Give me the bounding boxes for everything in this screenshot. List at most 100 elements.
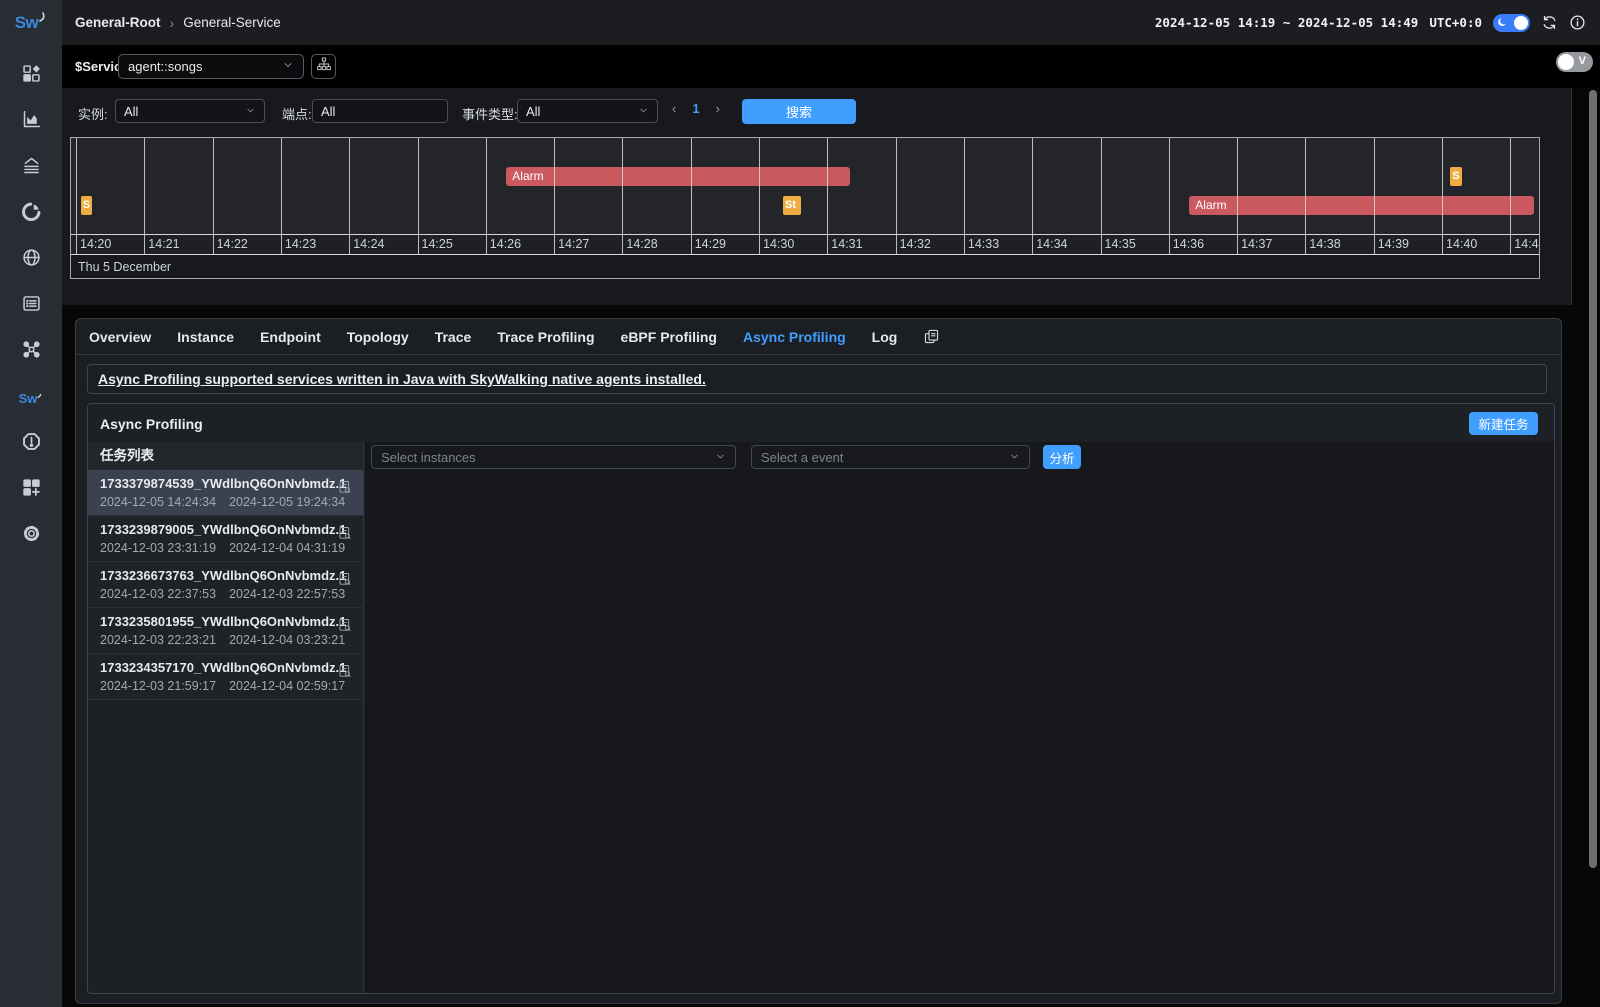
pager-next-icon[interactable]: ›: [716, 101, 720, 116]
chevron-down-icon: [638, 104, 649, 119]
task-list-title: 任务列表: [88, 442, 363, 470]
timeline-tick-label: 14:35: [1105, 237, 1136, 251]
task-end-time: 2024-12-04 02:59:17: [229, 679, 345, 693]
select-event[interactable]: Select a event: [751, 445, 1030, 469]
widgets-plus-icon: [21, 477, 42, 503]
task-detail-icon[interactable]: [337, 571, 353, 593]
sidebar-item-metrics[interactable]: [0, 99, 62, 145]
instance-filter-select[interactable]: All: [115, 99, 265, 123]
timeline-gridline: [281, 138, 282, 255]
task-list-item[interactable]: 1733239879005_YWdlbnQ6OnNvbmdz.1 2024-12…: [88, 516, 363, 562]
timeline-tick-label: 14:41: [1514, 237, 1540, 251]
toggle-knob: [1514, 16, 1528, 30]
async-profiling-header: Async Profiling 新建任务: [88, 404, 1554, 442]
task-list-item[interactable]: 1733379874539_YWdlbnQ6OnNvbmdz.1 2024-12…: [88, 470, 363, 516]
logo-arc-icon: [37, 394, 43, 403]
timeline-tick-label: 14:23: [285, 237, 316, 251]
task-list-item[interactable]: 1733236673763_YWdlbnQ6OnNvbmdz.1 2024-12…: [88, 562, 363, 608]
task-id: 1733379874539_YWdlbnQ6OnNvbmdz.1: [100, 476, 346, 491]
tab-log[interactable]: Log: [872, 329, 898, 345]
sidebar-item-layers[interactable]: [0, 145, 62, 191]
sidebar-item-skywalking[interactable]: Sw: [0, 375, 62, 421]
task-start-time: 2024-12-03 22:23:21: [100, 633, 216, 647]
theme-toggle[interactable]: [1493, 14, 1530, 32]
sidebar-item-marketplace[interactable]: [0, 467, 62, 513]
event-marker[interactable]: S: [1450, 167, 1462, 186]
alarm-bar[interactable]: Alarm: [506, 167, 850, 186]
task-detail-icon[interactable]: [337, 525, 353, 547]
skywalking-logo[interactable]: Sw: [0, 0, 62, 45]
refresh-icon[interactable]: [1541, 14, 1558, 31]
tab-topology[interactable]: Topology: [347, 329, 409, 345]
timeline-gridline: [896, 138, 897, 255]
sidebar-item-settings[interactable]: [0, 513, 62, 559]
service-select[interactable]: agent::songs: [118, 54, 304, 79]
metrics-chart-icon: [21, 109, 42, 135]
sidebar-item-logs[interactable]: [0, 283, 62, 329]
task-id: 1733234357170_YWdlbnQ6OnNvbmdz.1: [100, 660, 346, 675]
async-profiling-doc-link[interactable]: Async Profiling supported services writt…: [98, 371, 706, 387]
timeline-tick-label: 14:30: [763, 237, 794, 251]
event-type-filter-select[interactable]: All: [517, 99, 658, 123]
version-toggle[interactable]: V: [1556, 52, 1593, 72]
tabs-row: Overview Instance Endpoint Topology Trace Tra…: [76, 319, 1561, 355]
analyze-button[interactable]: 分析: [1043, 445, 1081, 469]
tab-trace[interactable]: Trace: [435, 329, 472, 345]
alarm-bar[interactable]: Alarm: [1189, 196, 1534, 215]
task-end-time: 2024-12-04 03:23:21: [229, 633, 345, 647]
page-scrollbar[interactable]: [1589, 90, 1597, 868]
sidebar-item-dashboards[interactable]: [0, 53, 62, 99]
endpoint-filter-input[interactable]: [312, 99, 448, 123]
task-dates: 2024-12-03 21:59:17 2024-12-04 02:59:17: [100, 679, 345, 693]
chevron-down-icon: [282, 58, 294, 76]
pager-prev-icon[interactable]: ‹: [672, 101, 676, 116]
service-topology-button[interactable]: [311, 54, 336, 79]
task-list-item[interactable]: 1733235801955_YWdlbnQ6OnNvbmdz.1 2024-12…: [88, 608, 363, 654]
async-profiling-content: 任务列表 1733379874539_YWdlbnQ6OnNvbmdz.1 20…: [88, 442, 1554, 993]
timeline-gridline: [1032, 138, 1033, 255]
task-detail-icon[interactable]: [337, 663, 353, 685]
timeline-tick-label: 14:37: [1241, 237, 1272, 251]
task-id: 1733235801955_YWdlbnQ6OnNvbmdz.1: [100, 614, 346, 629]
endpoint-filter-label: 端点:: [282, 104, 312, 123]
search-button[interactable]: 搜索: [742, 99, 856, 124]
tab-endpoint[interactable]: Endpoint: [260, 329, 321, 345]
timeline-tick-label: 14:32: [900, 237, 931, 251]
timeline-tick-label: 14:34: [1036, 237, 1067, 251]
tab-overview[interactable]: Overview: [89, 329, 151, 345]
breadcrumb-current[interactable]: General-Service: [183, 15, 281, 30]
tab-trace-profiling[interactable]: Trace Profiling: [497, 329, 594, 345]
tab-ebpf-profiling[interactable]: eBPF Profiling: [621, 329, 717, 345]
info-icon[interactable]: [1569, 14, 1586, 31]
time-range[interactable]: 2024-12-05 14:19 ~ 2024-12-05 14:49: [1155, 15, 1418, 30]
timeline-gridline: [349, 138, 350, 255]
duplicate-icon[interactable]: [923, 328, 940, 345]
task-end-time: 2024-12-04 04:31:19: [229, 541, 345, 555]
sidebar-item-alerts[interactable]: [0, 421, 62, 467]
layers-stack-icon: [21, 155, 42, 181]
new-task-button[interactable]: 新建任务: [1469, 412, 1538, 435]
timeline-tick-label: 14:38: [1309, 237, 1340, 251]
task-detail-icon[interactable]: [337, 479, 353, 501]
utc-offset[interactable]: UTC+0:0: [1429, 15, 1482, 30]
event-marker[interactable]: S: [81, 196, 93, 215]
async-profiling-title: Async Profiling: [100, 416, 203, 432]
task-detail-icon[interactable]: [337, 617, 353, 639]
tab-instance[interactable]: Instance: [177, 329, 234, 345]
breadcrumb-root[interactable]: General-Root: [75, 15, 161, 30]
task-list: 1733379874539_YWdlbnQ6OnNvbmdz.1 2024-12…: [88, 470, 363, 700]
timeline-tick-label: 14:25: [422, 237, 453, 251]
task-id: 1733236673763_YWdlbnQ6OnNvbmdz.1: [100, 568, 346, 583]
timeline-gridline: [1169, 138, 1170, 255]
select-instances[interactable]: Select instances: [371, 445, 736, 469]
task-list-item[interactable]: 1733234357170_YWdlbnQ6OnNvbmdz.1 2024-12…: [88, 654, 363, 700]
sidebar-item-pie[interactable]: [0, 191, 62, 237]
timeline-gridline: [1442, 138, 1443, 255]
timeline-tick-label: 14:24: [353, 237, 384, 251]
tab-async-profiling[interactable]: Async Profiling: [743, 329, 846, 345]
topbar-controls: 2024-12-05 14:19 ~ 2024-12-05 14:49 UTC+…: [1155, 14, 1586, 32]
sidebar-item-browser[interactable]: [0, 237, 62, 283]
pie-chart-icon: [21, 201, 42, 227]
event-marker[interactable]: St: [783, 196, 801, 215]
sidebar-item-topology[interactable]: [0, 329, 62, 375]
